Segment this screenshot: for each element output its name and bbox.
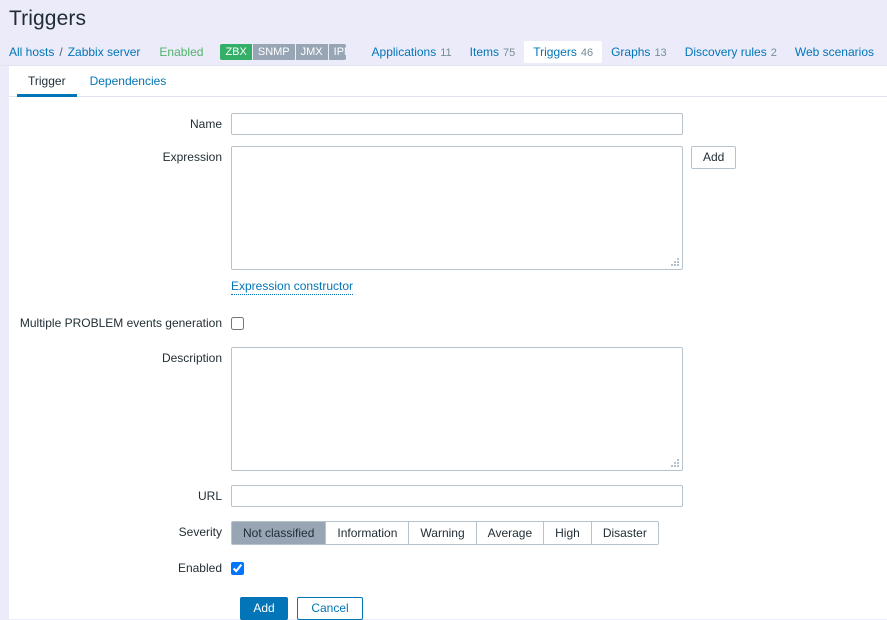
enabled-label: Enabled	[177, 561, 222, 575]
url-label: URL	[197, 489, 222, 503]
interface-badge-zbx[interactable]: ZBX	[220, 43, 252, 60]
object-nav-tabs: Applications 11 Items 75 Triggers 46 Gra…	[363, 40, 887, 63]
interface-badge-snmp[interactable]: SNMP	[251, 43, 295, 60]
nav-tab-items[interactable]: Items 75	[461, 41, 525, 63]
description-label: Description	[161, 351, 222, 365]
form-row-expression: Expression Add Expression constructor	[9, 146, 887, 295]
nav-tab-discovery-rules-count: 2	[770, 46, 777, 59]
tab-trigger[interactable]: Trigger	[17, 67, 77, 97]
nav-tab-web-scenarios-label: Web scenarios	[794, 44, 874, 59]
expression-textarea-wrapper	[231, 146, 683, 270]
severity-label: Severity	[178, 525, 222, 539]
nav-tab-discovery-rules-label: Discovery rules	[684, 44, 767, 59]
tab-dependencies[interactable]: Dependencies	[79, 67, 178, 97]
breadcrumb-link-host[interactable]: Zabbix server	[68, 45, 141, 59]
nav-tab-web-scenarios[interactable]: Web scenarios	[786, 41, 887, 63]
form-row-enabled: Enabled	[9, 557, 887, 579]
form-row-description: Description	[9, 347, 887, 471]
nav-tab-triggers-label: Triggers	[533, 44, 577, 59]
zabbix-trigger-configuration-page: Triggers All hosts / Zabbix server Enabl…	[0, 0, 887, 620]
host-status-link[interactable]: Enabled	[159, 45, 203, 59]
nav-tab-items-count: 75	[503, 46, 516, 59]
submit-button[interactable]: Add	[240, 597, 288, 620]
nav-tab-triggers[interactable]: Triggers 46	[524, 40, 603, 63]
name-label: Name	[189, 117, 222, 131]
form-actions: Add Cancel	[9, 597, 887, 620]
form-tabs: Trigger Dependencies	[9, 66, 887, 97]
form-row-severity: Severity Not classified Information Warn…	[9, 521, 887, 545]
breadcrumb-separator: /	[59, 44, 63, 59]
nav-tab-items-label: Items	[469, 44, 499, 59]
page-header: Triggers	[0, 0, 887, 38]
interface-badges: ZBX SNMP JMX IPMI	[220, 43, 346, 60]
multiple-problem-label: Multiple PROBLEM events generation	[19, 316, 222, 330]
cancel-button[interactable]: Cancel	[297, 597, 363, 620]
severity-option-high[interactable]: High	[544, 522, 592, 544]
trigger-form: Name Expression Add Expression construct…	[9, 97, 887, 620]
breadcrumb-link-all-hosts[interactable]: All hosts	[9, 45, 54, 59]
content-panel: Trigger Dependencies Name Expression Add…	[9, 66, 887, 620]
expression-textarea[interactable]	[231, 146, 683, 270]
breadcrumb: All hosts / Zabbix server Enabled ZBX SN…	[0, 38, 887, 66]
page-title: Triggers	[9, 7, 87, 30]
url-input[interactable]	[231, 485, 683, 507]
name-input[interactable]	[231, 113, 683, 135]
severity-button-group: Not classified Information Warning Avera…	[231, 521, 659, 545]
interface-badge-jmx[interactable]: JMX	[294, 43, 328, 60]
enabled-checkbox[interactable]	[231, 561, 244, 575]
interface-badge-ipmi[interactable]: IPMI	[327, 43, 346, 60]
nav-tab-applications[interactable]: Applications 11	[363, 41, 461, 63]
nav-tab-applications-label: Applications	[371, 44, 437, 59]
form-row-multiple-problem: Multiple PROBLEM events generation	[9, 312, 887, 334]
nav-tab-graphs-label: Graphs	[611, 44, 651, 59]
nav-tab-graphs-count: 13	[654, 46, 667, 59]
severity-option-average[interactable]: Average	[476, 522, 545, 544]
form-row-name: Name	[9, 113, 887, 135]
form-row-url: URL	[9, 485, 887, 507]
severity-option-information[interactable]: Information	[326, 522, 410, 544]
multiple-problem-checkbox[interactable]	[231, 316, 244, 330]
expression-add-button[interactable]: Add	[691, 146, 737, 169]
nav-tab-discovery-rules[interactable]: Discovery rules 2	[676, 41, 786, 63]
expression-constructor-link[interactable]: Expression constructor	[231, 279, 354, 295]
severity-option-warning[interactable]: Warning	[409, 522, 477, 544]
nav-tab-applications-count: 11	[440, 46, 452, 59]
nav-tab-graphs[interactable]: Graphs 13	[602, 41, 676, 63]
expression-label: Expression	[162, 150, 222, 164]
severity-option-not-classified[interactable]: Not classified	[232, 522, 327, 544]
description-textarea-wrapper	[231, 347, 683, 471]
nav-tab-triggers-count: 46	[580, 46, 594, 59]
severity-option-disaster[interactable]: Disaster	[591, 522, 658, 544]
description-textarea[interactable]	[231, 347, 683, 471]
